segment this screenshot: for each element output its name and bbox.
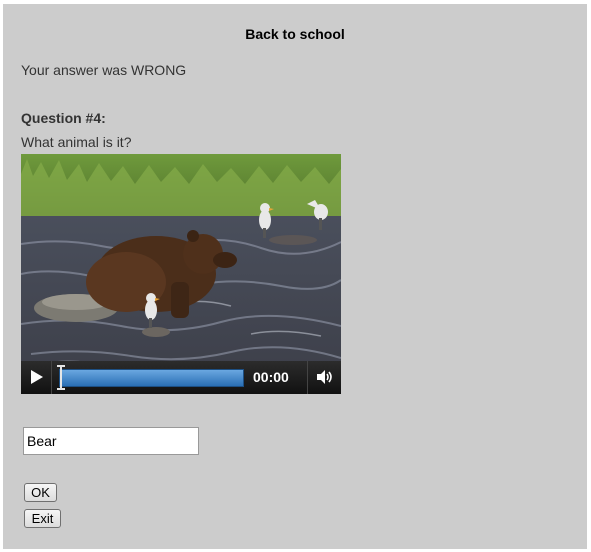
scrubber-handle-icon[interactable] [57,365,65,390]
exit-button[interactable]: Exit [24,509,61,528]
quiz-panel: Back to school Your answer was WRONG Que… [3,4,587,549]
page-title: Back to school [245,26,345,42]
volume-button[interactable] [307,361,341,394]
answer-input[interactable] [23,427,199,455]
video-progress-bar[interactable] [59,369,244,387]
video-time: 00:00 [253,369,289,385]
video-frame [21,154,341,394]
video-controls: 00:00 [21,361,341,394]
question-text: What animal is it? [21,134,132,150]
video-player[interactable]: 00:00 [21,154,341,394]
volume-icon [317,370,332,384]
ok-button[interactable]: OK [24,483,57,502]
result-message: Your answer was WRONG [21,62,187,78]
question-heading: Question #4: [21,110,106,126]
play-button[interactable] [21,361,52,394]
play-icon [31,370,43,384]
